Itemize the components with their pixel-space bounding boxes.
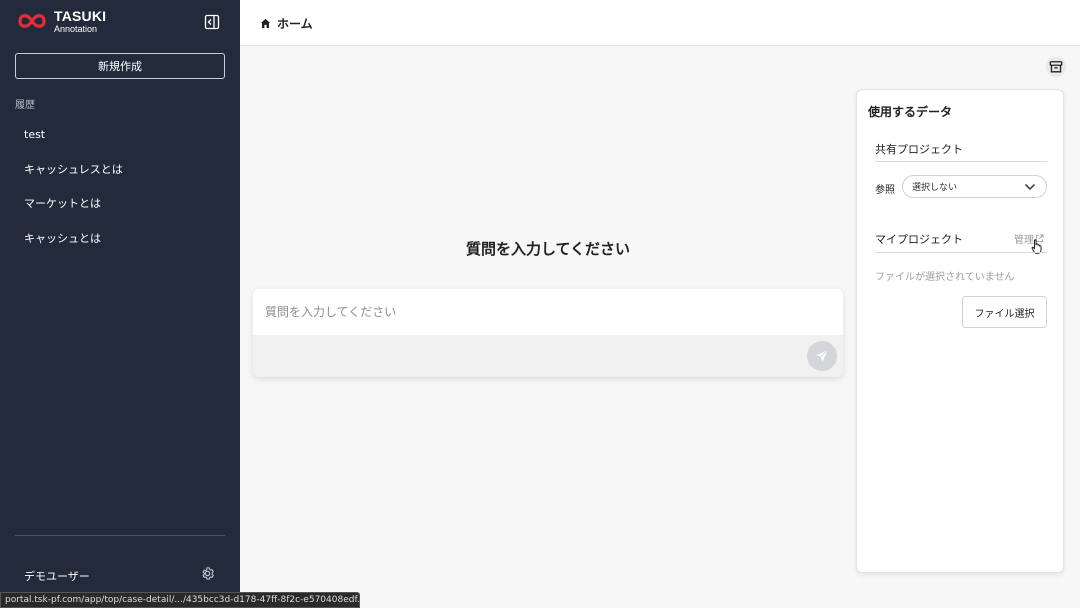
breadcrumb-home: ホーム [277,17,313,31]
my-project-label: マイプロジェクト [875,233,963,246]
chat-input-card [253,289,843,377]
page-title: 質問を入力してください [465,240,631,258]
settings-button[interactable] [200,566,215,581]
data-panel: 使用するデータ 共有プロジェクト 参照 選択しない マイプロジェクト 管理 ファ… [856,89,1064,573]
data-panel-title: 使用するデータ [868,105,953,119]
home-icon [260,18,271,29]
user-name[interactable]: デモユーザー [24,568,90,584]
new-chat-button[interactable]: 新規作成 [15,53,225,79]
chevron-down-icon [1024,183,1036,191]
reference-select[interactable]: 選択しない [902,175,1047,198]
sidebar-collapse-icon [204,14,220,30]
sidebar-divider [15,535,225,536]
top-header: ホーム [240,0,1080,46]
tasuki-logo-icon [18,14,46,28]
shared-project-divider [875,161,1047,162]
send-icon [816,349,828,362]
my-project-divider [875,252,1047,253]
history-item[interactable]: キャッシュレスとは [0,152,240,187]
history-item[interactable]: キャッシュとは [0,221,240,256]
question-input[interactable] [253,289,843,335]
send-button[interactable] [807,341,837,371]
no-file-text: ファイルが選択されていません [875,272,1015,283]
history-label: 履歴 [15,100,35,111]
brand-name: TASUKI [54,7,107,24]
history-item[interactable]: test [0,117,240,152]
status-url: portal.tsk-pf.com/app/top/case-detail/..… [0,592,360,608]
archive-button[interactable] [1046,57,1066,77]
brand-sub: Annotation [54,23,98,34]
file-select-button[interactable]: ファイル選択 [962,296,1047,328]
breadcrumb[interactable]: ホーム [260,15,313,32]
gear-icon [202,567,214,580]
sidebar-collapse-button[interactable] [204,14,220,30]
history-item[interactable]: マーケットとは [0,186,240,221]
reference-select-value: 選択しない [912,183,958,193]
logo[interactable]: TASUKI Annotation [14,8,106,34]
reference-label: 参照 [875,185,895,196]
shared-project-label: 共有プロジェクト [875,143,963,156]
archive-icon [1049,61,1063,73]
sidebar: TASUKI Annotation 新規作成 履歴 test キャッシュレスとは… [0,0,240,608]
history-list: test キャッシュレスとは マーケットとは キャッシュとは [0,117,240,255]
